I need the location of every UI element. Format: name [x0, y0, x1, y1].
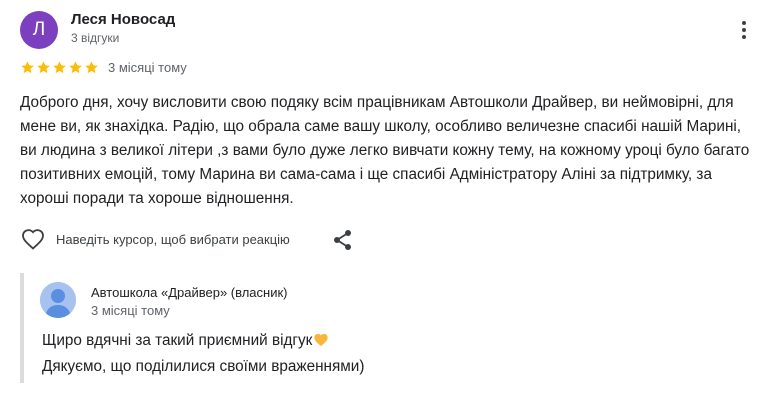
star-rating — [20, 60, 99, 75]
author-initial: Л — [32, 19, 46, 40]
review-date: 3 місяці тому — [108, 60, 187, 75]
heart-outline-icon — [22, 229, 44, 250]
share-icon — [334, 230, 351, 250]
rating-row: 3 місяці тому — [20, 60, 187, 75]
yellow-heart-icon — [313, 331, 329, 355]
star-icon — [85, 61, 98, 74]
review-card: Л Леся Новосад 3 відгуки 3 місяці тому Д… — [0, 0, 772, 401]
reply-text: Щиро вдячні за такий приємний відгук Дяк… — [42, 329, 742, 379]
owner-name: Автошкола «Драйвер» (власник) — [91, 285, 288, 300]
review-text: Доброго дня, хочу висловити свою подяку … — [20, 94, 750, 207]
author-name[interactable]: Леся Новосад — [71, 11, 175, 28]
owner-reply-divider — [20, 273, 24, 383]
owner-avatar — [40, 282, 76, 318]
star-icon — [53, 61, 66, 74]
reply-line-1: Щиро вдячні за такий приємний відгук — [42, 329, 742, 355]
review-actions: Наведіть курсор, щоб вибрати реакцію — [20, 226, 290, 252]
reply-line-2: Дякуємо, що поділилися своїми враженнями… — [42, 358, 365, 375]
star-icon — [21, 61, 34, 74]
more-vert-icon — [742, 21, 746, 25]
reaction-hint: Наведіть курсор, щоб вибрати реакцію — [56, 231, 290, 247]
more-options-button[interactable] — [734, 18, 754, 42]
like-button[interactable] — [20, 226, 46, 252]
person-avatar-icon — [40, 282, 76, 318]
reply-date: 3 місяці тому — [91, 303, 170, 318]
author-review-count: 3 відгуки — [71, 31, 120, 45]
share-button[interactable] — [331, 228, 355, 252]
star-icon — [69, 61, 82, 74]
star-icon — [37, 61, 50, 74]
author-avatar[interactable]: Л — [20, 11, 58, 49]
